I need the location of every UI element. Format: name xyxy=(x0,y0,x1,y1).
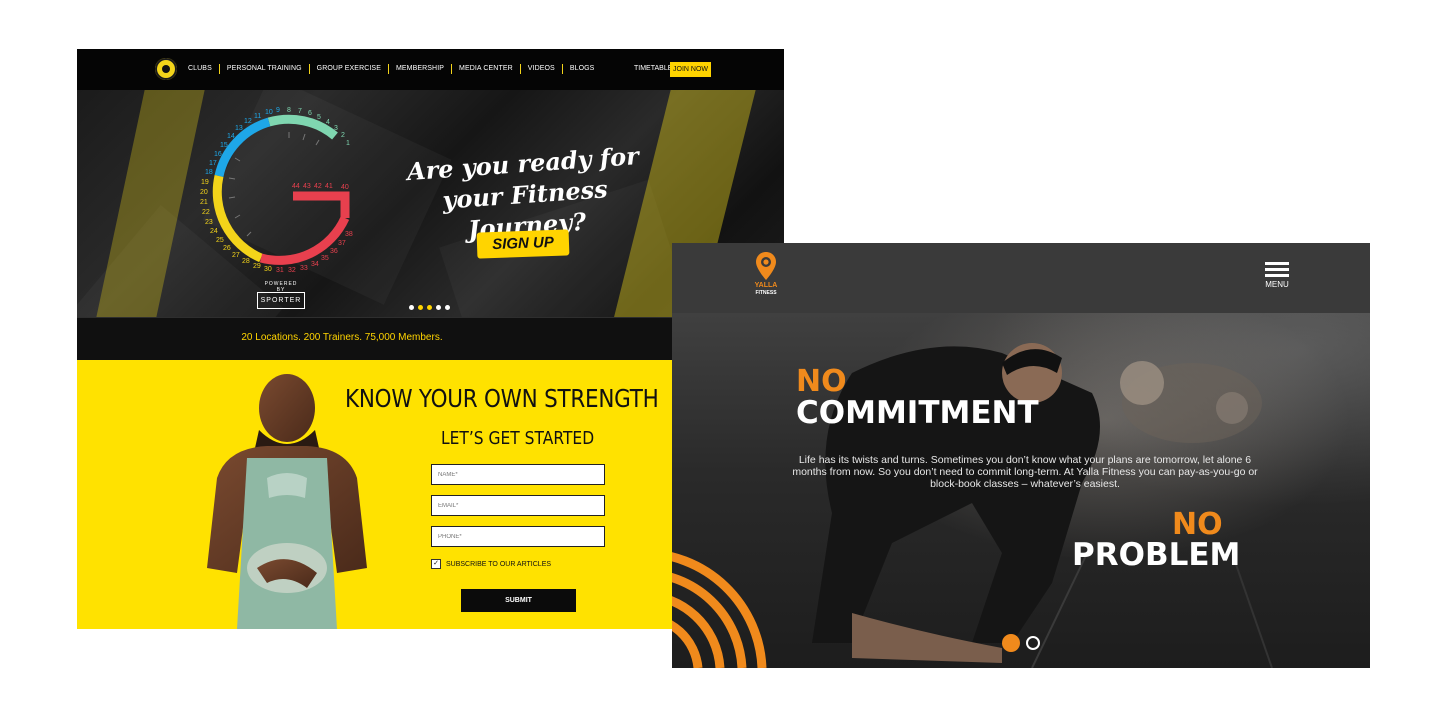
gauge-number: 20 xyxy=(200,189,208,196)
gauge-number: 33 xyxy=(300,265,308,272)
join-now-button[interactable]: JOIN NOW xyxy=(670,62,711,77)
gauge-number: 32 xyxy=(288,267,296,274)
slider-dot-active[interactable] xyxy=(418,305,423,310)
name-field[interactable] xyxy=(431,464,605,485)
yalla-fitness-page: YALLA FITNESS MENU NO COMMITMENT Life ha… xyxy=(672,243,1370,668)
tank-top-print xyxy=(267,473,307,498)
gauge-number: 18 xyxy=(205,169,213,176)
gauge-number: 8 xyxy=(287,107,291,114)
gauge-number: 24 xyxy=(210,228,218,235)
gauge-arc-blue xyxy=(214,117,271,178)
headline-1: COMMITMENT xyxy=(796,395,1039,431)
orange-arcs-decoration xyxy=(672,552,767,668)
gauge-number: 43 xyxy=(303,183,311,190)
hero-body-text: Life has its twists and turns. Sometimes… xyxy=(792,454,1258,490)
nav-item-membership[interactable]: MEMBERSHIP xyxy=(387,64,451,74)
gauge-number: 19 xyxy=(201,179,209,186)
gauge-number: 21 xyxy=(200,199,208,206)
gauge-number: 7 xyxy=(298,108,302,115)
hero-photo: NO COMMITMENT Life has its twists and tu… xyxy=(672,313,1370,668)
gauge-number: 36 xyxy=(330,248,338,255)
nav-item-personal-training[interactable]: PERSONAL TRAINING xyxy=(218,64,309,74)
gauge-number: 40 xyxy=(341,184,349,191)
submit-button[interactable]: SUBMIT xyxy=(461,589,576,612)
gauge-number: 13 xyxy=(235,125,243,132)
gauge-number: 3 xyxy=(334,125,338,132)
headline-2: PROBLEM xyxy=(1072,537,1241,573)
nav-item-group-exercise[interactable]: GROUP EXERCISE xyxy=(308,64,388,74)
gauge-number: 44 xyxy=(292,183,300,190)
slider-dot[interactable] xyxy=(436,305,441,310)
gauge-number: 37 xyxy=(338,240,346,247)
gauge-number: 14 xyxy=(227,133,235,140)
nav-item-blogs[interactable]: BLOGS xyxy=(561,64,602,74)
gauge-g-bar xyxy=(293,191,350,218)
gauge-number: 2 xyxy=(341,132,345,139)
nav-item-videos[interactable]: VIDEOS xyxy=(519,64,562,74)
headline-1-accent: NO xyxy=(796,364,847,399)
yalla-brand-subtitle: FITNESS xyxy=(755,290,777,296)
gauge-number: 12 xyxy=(244,118,252,125)
gauge-number: 34 xyxy=(311,261,319,268)
gauge-number: 16 xyxy=(214,151,222,158)
gauge-number: 38 xyxy=(345,231,353,238)
menu-button[interactable]: MENU xyxy=(1262,260,1292,290)
gauge-number: 22 xyxy=(202,209,210,216)
gauge-number: 5 xyxy=(317,114,321,121)
nav-menu: CLUBS PERSONAL TRAINING GROUP EXERCISE M… xyxy=(181,64,601,74)
slider-dot[interactable] xyxy=(427,305,432,310)
slider-dot[interactable] xyxy=(445,305,450,310)
gauge-number: 26 xyxy=(223,245,231,252)
yalla-brand-name: YALLA xyxy=(754,282,778,289)
gauge-number: 28 xyxy=(242,258,250,265)
gauge-number: 4 xyxy=(326,119,330,126)
gauge-number: 9 xyxy=(276,107,280,114)
slider-dots xyxy=(1002,634,1040,652)
gauge-number: 15 xyxy=(220,142,228,149)
phone-field[interactable] xyxy=(431,526,605,547)
gauge-number: 27 xyxy=(232,252,240,259)
form-subtitle: LET’S GET STARTED xyxy=(441,428,595,449)
gauge-number: 42 xyxy=(314,183,322,190)
slider-dots xyxy=(409,305,450,310)
gauge-number: 1 xyxy=(346,140,350,147)
slider-dot[interactable] xyxy=(1026,636,1040,650)
gauge-number: 17 xyxy=(209,160,217,167)
gauge-number: 31 xyxy=(276,267,284,274)
gauge-number: 23 xyxy=(205,219,213,226)
menu-label: MENU xyxy=(1265,280,1289,289)
hamburger-icon xyxy=(1265,274,1289,277)
slider-dot-active[interactable] xyxy=(1002,634,1020,652)
subscribe-checkbox[interactable]: ✓ xyxy=(431,559,441,569)
athlete-head xyxy=(259,374,315,442)
yalla-header: YALLA FITNESS MENU xyxy=(672,243,1370,313)
hamburger-icon xyxy=(1265,268,1289,271)
gauge-number: 41 xyxy=(325,183,333,190)
gauge-number: 30 xyxy=(264,266,272,273)
subscribe-row: ✓ SUBSCRIBE TO OUR ARTICLES xyxy=(431,559,551,569)
gauge-number: 6 xyxy=(308,110,312,117)
gauge-number: 25 xyxy=(216,237,224,244)
subscribe-label: SUBSCRIBE TO OUR ARTICLES xyxy=(446,560,552,568)
top-navigation: CLUBS PERSONAL TRAINING GROUP EXERCISE M… xyxy=(77,49,784,90)
hamburger-icon xyxy=(1265,262,1289,265)
nav-item-media-center[interactable]: MEDIA CENTER xyxy=(451,64,520,74)
form-title: KNOW YOUR OWN STRENGTH xyxy=(345,384,659,413)
sporter-logo[interactable]: SPORTER xyxy=(257,292,305,309)
stats-text: 20 Locations. 200 Trainers. 75,000 Membe… xyxy=(241,332,443,343)
sign-up-button[interactable]: SIGN UP xyxy=(476,229,570,259)
nav-item-clubs[interactable]: CLUBS xyxy=(181,64,219,74)
gauge-number: 35 xyxy=(321,255,329,262)
location-pin-icon[interactable] xyxy=(756,252,776,280)
golds-gym-logo-icon[interactable] xyxy=(155,58,177,80)
gauge-number: 11 xyxy=(254,113,261,120)
gauge-number: 29 xyxy=(253,263,261,270)
g-gauge-graphic: 8 7 6 5 4 3 2 1 9 10 11 12 13 14 15 16 1… xyxy=(200,107,353,274)
timetable-link[interactable]: TIMETABLE xyxy=(634,65,672,72)
slider-dot[interactable] xyxy=(409,305,414,310)
gauge-number: 10 xyxy=(265,109,273,116)
email-field[interactable] xyxy=(431,495,605,516)
